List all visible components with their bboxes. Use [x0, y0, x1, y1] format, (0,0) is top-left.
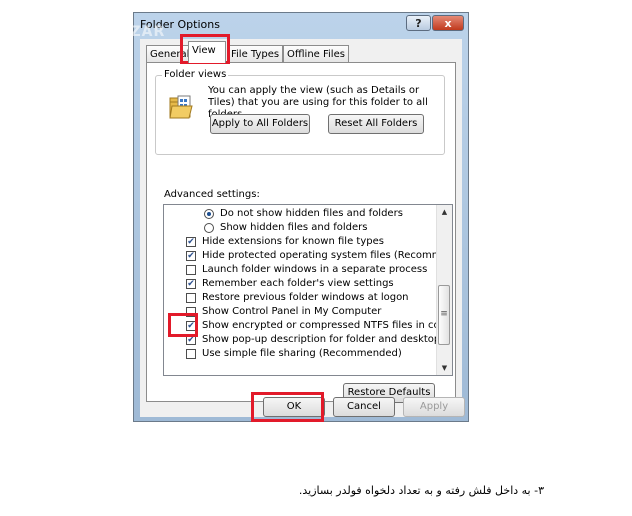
title-bar[interactable]: Folder Options ? x — [134, 13, 468, 35]
watermark-brand: SOFTGOZAR — [60, 24, 166, 40]
radio-button[interactable] — [204, 223, 214, 233]
scroll-up-arrow-icon[interactable]: ▲ — [437, 205, 452, 219]
list-item-label: Show encrypted or compressed NTFS files … — [202, 320, 453, 331]
watermark-subtitle: دانلود نرم افزار ایران — [40, 44, 129, 55]
cancel-button[interactable]: Cancel — [333, 397, 395, 417]
apply-button[interactable]: Apply — [403, 397, 465, 417]
list-item-label: Hide extensions for known file types — [202, 236, 384, 247]
scrollbar-thumb[interactable]: ≡ — [438, 285, 450, 345]
checkbox[interactable] — [186, 307, 196, 317]
close-button[interactable]: x — [432, 15, 464, 31]
help-button[interactable]: ? — [406, 15, 431, 31]
checkbox[interactable]: ✔ — [186, 251, 196, 261]
tab-offline-files[interactable]: Offline Files — [283, 45, 349, 62]
view-tab-panel: Folder views You can apply the view (suc… — [146, 62, 456, 403]
instruction-caption: ۳- به داخل فلش رفته و به تعداد دلخواه فو… — [298, 484, 544, 497]
list-item-label: Use simple file sharing (Recommended) — [202, 348, 402, 359]
list-item-label: Show hidden files and folders — [220, 222, 368, 233]
list-item-label: Hide protected operating system files (R… — [202, 250, 453, 261]
checkbox[interactable]: ✔ — [186, 321, 196, 331]
tab-general[interactable]: General — [146, 45, 194, 62]
list-item-label: Remember each folder's view settings — [202, 278, 394, 289]
checkbox[interactable]: ✔ — [186, 279, 196, 289]
checkbox[interactable]: ✔ — [186, 335, 196, 345]
checkbox[interactable] — [186, 265, 196, 275]
list-item-label: Launch folder windows in a separate proc… — [202, 264, 428, 275]
advanced-settings-list[interactable]: Do not show hidden files and folders Sho… — [163, 204, 453, 376]
checkbox[interactable] — [186, 349, 196, 359]
scroll-down-arrow-icon[interactable]: ▼ — [437, 361, 452, 375]
folder-icon — [169, 95, 193, 119]
ok-button[interactable]: OK — [263, 397, 325, 417]
vertical-scrollbar[interactable]: ▲ ≡ ▼ — [436, 205, 452, 375]
radio-button[interactable] — [204, 209, 214, 219]
dialog-client-area: General View File Types Offline Files Fo… — [140, 39, 465, 417]
list-item-label: Show pop-up description for folder and d… — [202, 334, 453, 345]
advanced-settings-label: Advanced settings: — [164, 189, 260, 200]
list-item-label: Restore previous folder windows at logon — [202, 292, 409, 303]
folder-options-dialog: Folder Options ? x General View File Typ… — [133, 12, 469, 422]
folder-views-group: Folder views You can apply the view (suc… — [155, 69, 445, 155]
tab-file-types[interactable]: File Types — [227, 45, 284, 62]
list-item-label: Show Control Panel in My Computer — [202, 306, 382, 317]
tab-view[interactable]: View — [188, 41, 226, 63]
apply-to-all-folders-button[interactable]: Apply to All Folders — [210, 114, 310, 134]
checkbox[interactable]: ✔ — [186, 237, 196, 247]
folder-views-label: Folder views — [162, 69, 229, 80]
checkbox[interactable] — [186, 293, 196, 303]
reset-all-folders-button[interactable]: Reset All Folders — [328, 114, 424, 134]
list-item-label: Do not show hidden files and folders — [220, 208, 403, 219]
